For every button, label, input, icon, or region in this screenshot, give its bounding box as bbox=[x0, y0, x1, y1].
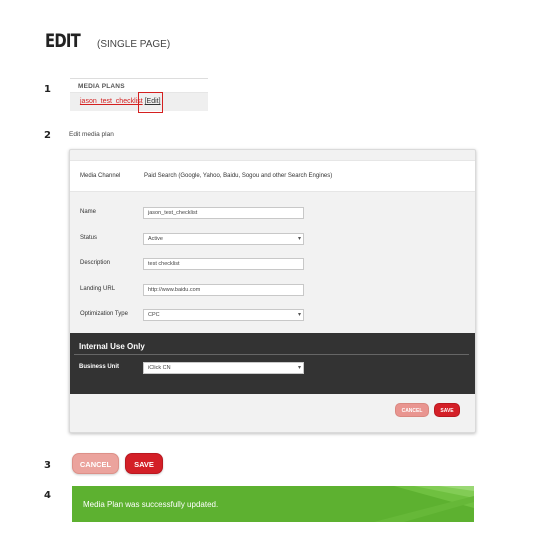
name-input[interactable]: jason_test_checklist bbox=[143, 207, 304, 219]
form-cancel-button[interactable]: CANCEL bbox=[395, 403, 429, 417]
business-unit-select[interactable]: iClick CN ▾ bbox=[143, 362, 304, 374]
internal-divider bbox=[74, 354, 469, 355]
page-title: EDIT (SINGLE PAGE) bbox=[45, 30, 170, 52]
step-number-2: 2 bbox=[44, 130, 51, 141]
success-banner: Media Plan was successfully updated. bbox=[72, 486, 474, 522]
media-channel-value: Paid Search (Google, Yahoo, Baidu, Sogou… bbox=[144, 173, 333, 179]
status-label: Status bbox=[80, 235, 98, 241]
optimization-type-select[interactable]: CPC ▾ bbox=[143, 309, 304, 321]
save-button[interactable]: SAVE bbox=[125, 453, 163, 474]
description-label: Description bbox=[80, 260, 111, 266]
chevron-down-icon: ▾ bbox=[297, 312, 301, 318]
step-number-4: 4 bbox=[44, 490, 51, 501]
internal-use-section: Internal Use Only Business Unit iClick C… bbox=[70, 333, 475, 394]
cancel-button[interactable]: CANCEL bbox=[72, 453, 119, 474]
form-save-button[interactable]: SAVE bbox=[434, 403, 460, 417]
description-row: Description test checklist bbox=[70, 258, 475, 274]
edit-form-heading: Edit media plan bbox=[69, 131, 114, 138]
internal-use-title: Internal Use Only bbox=[79, 342, 145, 351]
media-plans-header: MEDIA PLANS bbox=[70, 78, 208, 93]
description-input[interactable]: test checklist bbox=[143, 258, 304, 270]
step-number-3: 3 bbox=[44, 460, 51, 471]
chevron-down-icon: ▾ bbox=[297, 365, 301, 371]
page-title-main: EDIT bbox=[45, 30, 81, 52]
media-channel-label: Media Channel bbox=[80, 173, 121, 179]
media-plan-link[interactable]: jason_test_checklist bbox=[80, 98, 143, 105]
status-select[interactable]: Active ▾ bbox=[143, 233, 304, 245]
edit-media-plan-form: Media Channel Paid Search (Google, Yahoo… bbox=[69, 149, 476, 433]
media-channel-row: Media Channel Paid Search (Google, Yahoo… bbox=[70, 160, 475, 192]
banner-streaks-decoration bbox=[374, 486, 474, 522]
page-title-sub: (SINGLE PAGE) bbox=[97, 39, 171, 50]
step-number-1: 1 bbox=[44, 84, 51, 95]
landing-url-label: Landing URL bbox=[80, 286, 116, 292]
optimization-type-label: Optimization Type bbox=[80, 311, 128, 317]
optimization-type-row: Optimization Type CPC ▾ bbox=[70, 309, 475, 325]
name-label: Name bbox=[80, 209, 97, 215]
success-message: Media Plan was successfully updated. bbox=[83, 500, 219, 509]
edit-highlight-box bbox=[138, 92, 163, 113]
chevron-down-icon: ▾ bbox=[297, 236, 301, 242]
status-row: Status Active ▾ bbox=[70, 233, 475, 249]
landing-url-input[interactable]: http://www.baidu.com bbox=[143, 284, 304, 296]
landing-url-row: Landing URL http://www.baidu.com bbox=[70, 284, 475, 300]
name-row: Name jason_test_checklist bbox=[70, 207, 475, 223]
business-unit-label: Business Unit bbox=[79, 364, 120, 370]
